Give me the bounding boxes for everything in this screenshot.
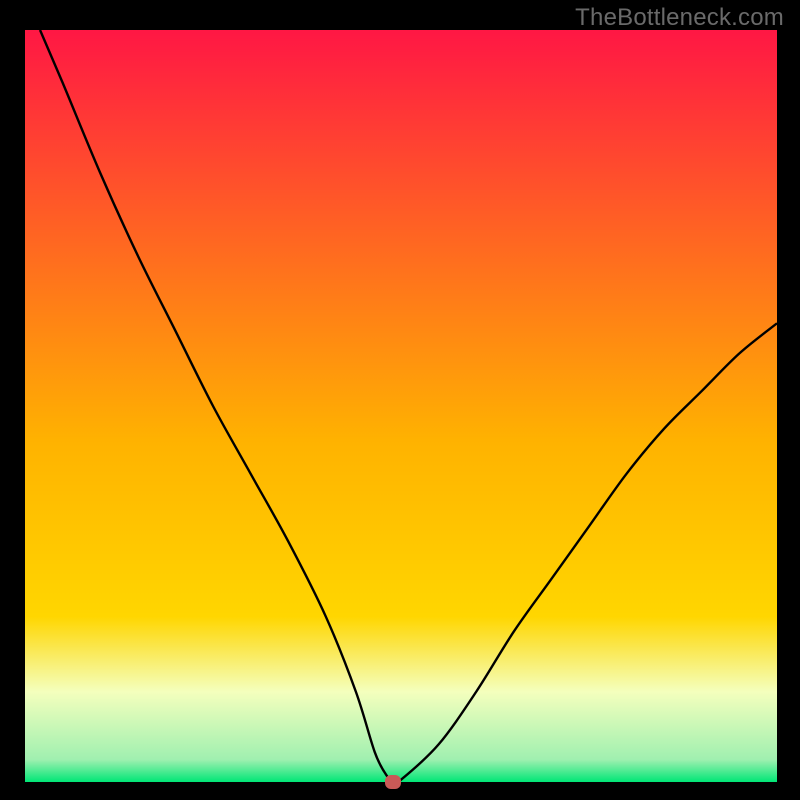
frame: TheBottleneck.com: [0, 0, 800, 800]
watermark-text: TheBottleneck.com: [575, 4, 784, 32]
background-gradient: [25, 30, 777, 782]
plot-area: [25, 30, 777, 782]
minimum-marker: [385, 775, 401, 789]
